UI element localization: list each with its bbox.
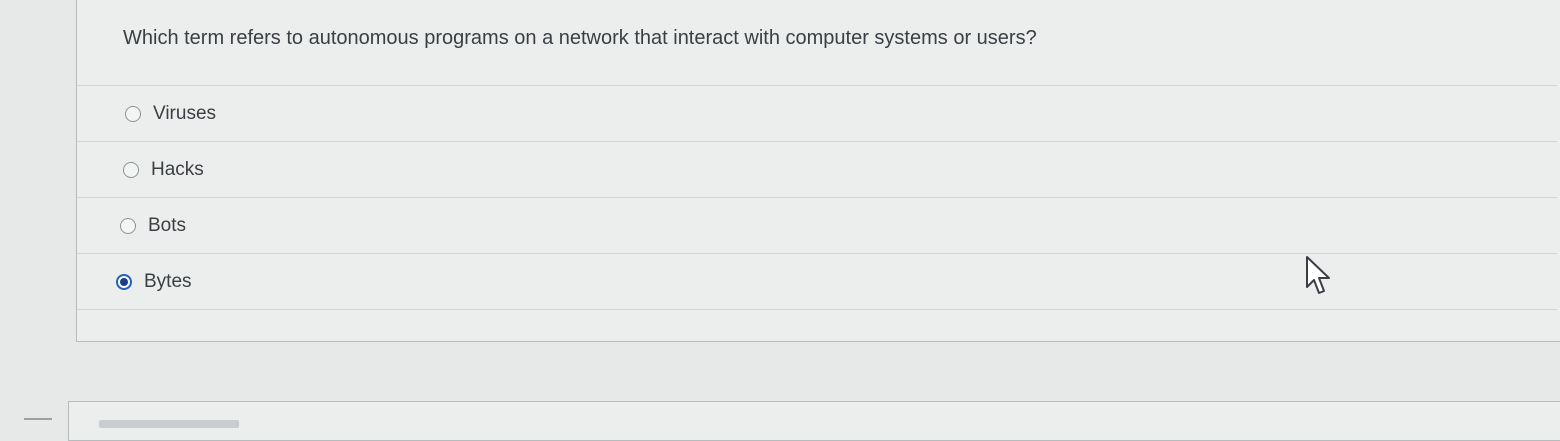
option-label: Viruses (153, 102, 217, 124)
radio-button-icon[interactable] (120, 217, 136, 234)
option-hacks[interactable]: Hacks (77, 141, 1557, 197)
divider (24, 418, 52, 428)
radio-button-icon[interactable] (123, 161, 139, 178)
option-bytes[interactable]: Bytes (77, 253, 1557, 310)
option-bots[interactable]: Bots (77, 197, 1557, 253)
answer-options: Viruses Hacks Bots Bytes (77, 85, 1557, 310)
question-card: Which term refers to autonomous programs… (76, 0, 1560, 342)
radio-dot (120, 277, 128, 286)
radio-button-selected-icon[interactable] (116, 273, 132, 290)
next-question-title-placeholder (99, 420, 239, 428)
option-label: Bytes (144, 270, 192, 292)
mouse-pointer-icon (1306, 256, 1330, 294)
radio-button-icon[interactable] (125, 105, 141, 122)
option-viruses[interactable]: Viruses (77, 85, 1557, 141)
option-label: Hacks (151, 158, 204, 180)
option-label: Bots (148, 214, 187, 236)
question-text: Which term refers to autonomous programs… (123, 27, 1037, 49)
next-question-card (68, 401, 1560, 441)
